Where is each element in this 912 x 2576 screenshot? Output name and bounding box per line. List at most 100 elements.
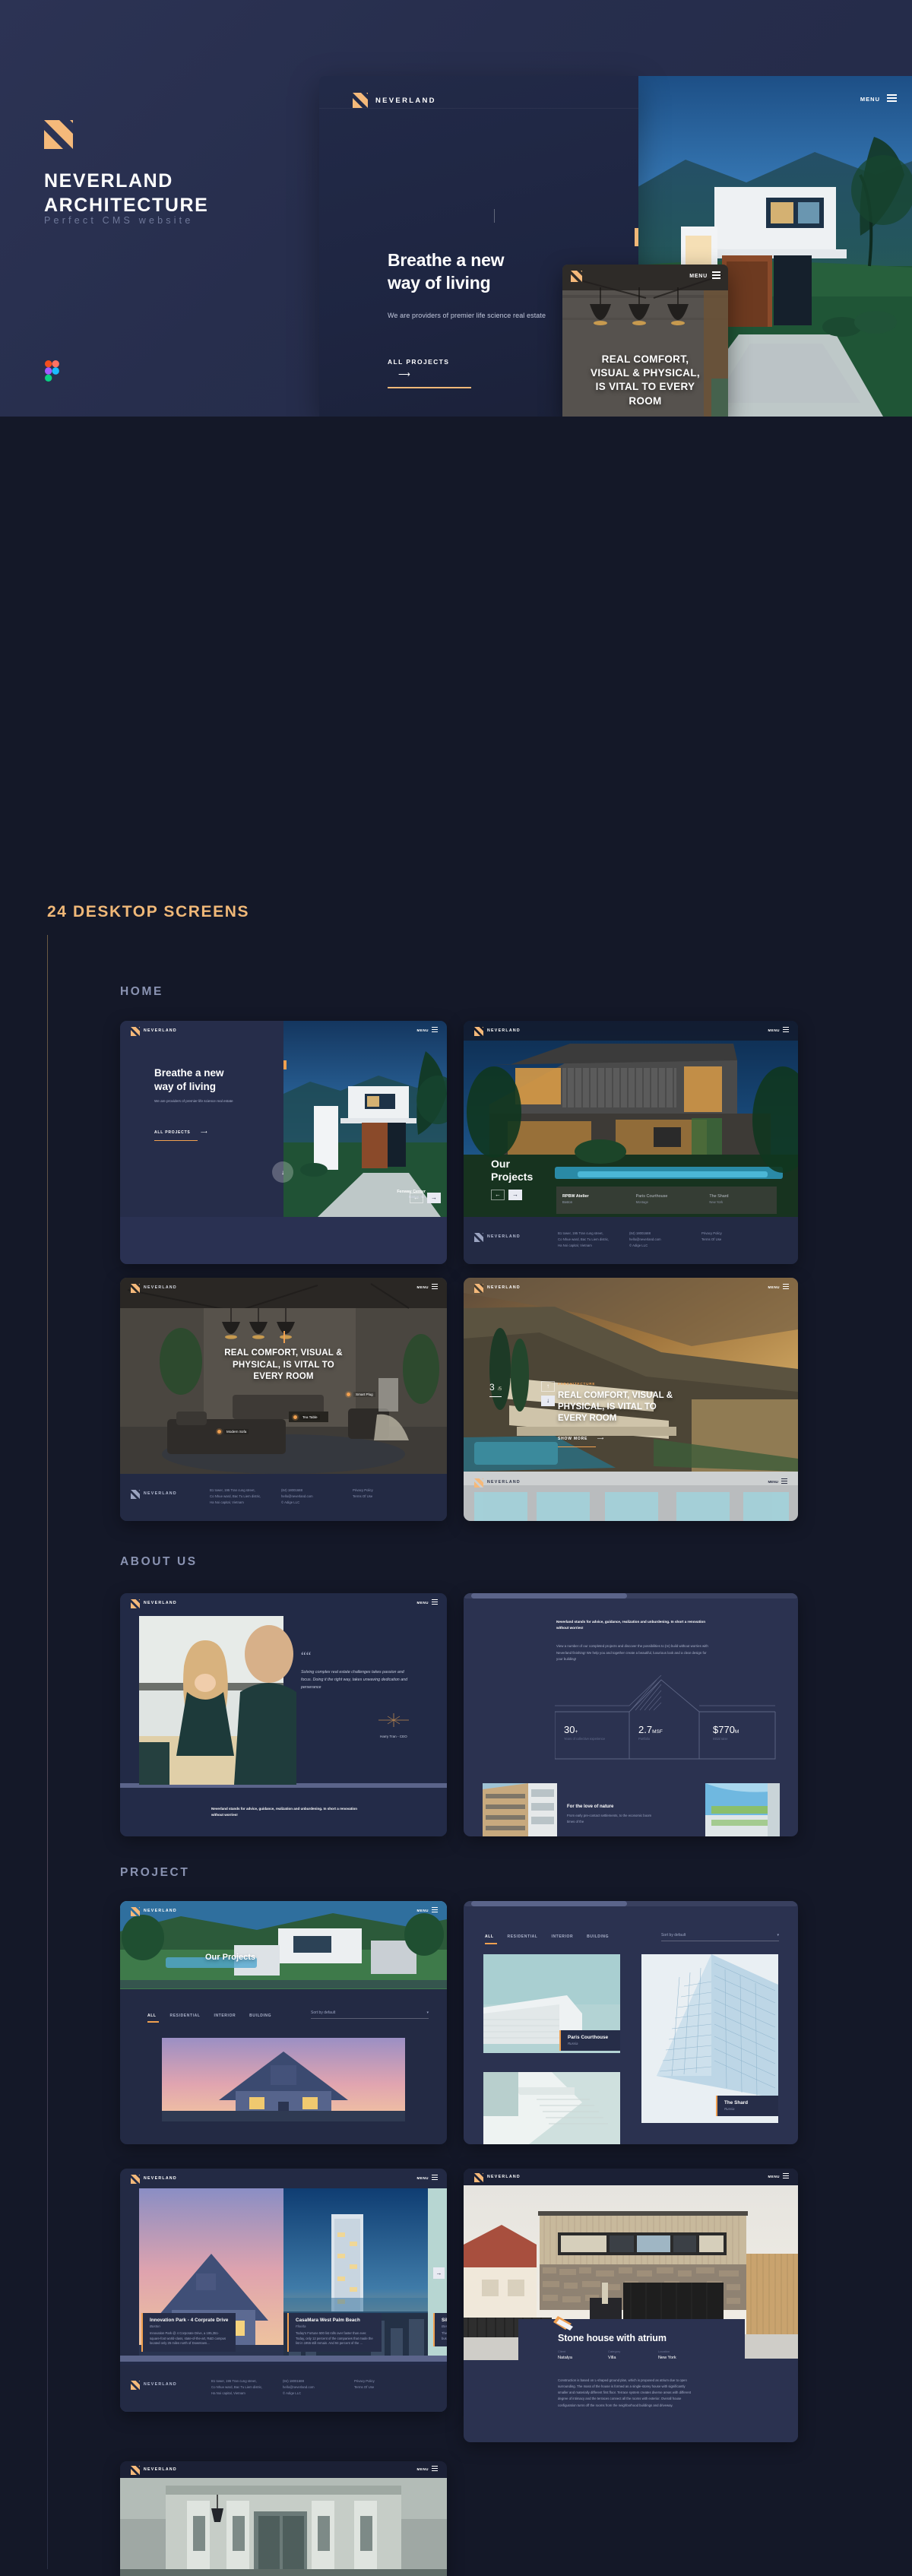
project-name: Paris Courthouse <box>635 1194 668 1199</box>
home4-menu-button[interactable]: MENU <box>768 1284 789 1291</box>
filter-interior[interactable]: INTERIOR <box>551 1934 573 1939</box>
sort-label: Sort by default <box>661 1933 686 1938</box>
list-item[interactable]: RPBW Atelier Boston <box>562 1194 636 1204</box>
list-item[interactable]: Paris Courthouse Montage <box>636 1194 710 1204</box>
compass-icon <box>378 1713 409 1727</box>
project3-caption-2[interactable]: Silk Boston The lea... leading busines..… <box>433 2313 447 2347</box>
arrow-left-icon[interactable]: ← <box>410 1193 423 1203</box>
project1-headline: Our Projects <box>205 1953 256 1962</box>
group-label-about-us: ABOUT US <box>120 1555 198 1568</box>
project-body: Today's Fortune 500 list rolls over fast… <box>296 2331 373 2346</box>
home3-menu-button[interactable]: MENU <box>416 1284 438 1291</box>
arrow-right-icon: ⟶ <box>597 1437 604 1441</box>
hamburger-icon <box>712 271 720 281</box>
home2-slide-nav[interactable]: ← → <box>491 1190 522 1200</box>
arrow-down-icon[interactable]: ↓ <box>541 1396 555 1406</box>
home4-brand: NEVERLAND <box>487 1285 521 1290</box>
project3-caption-1[interactable]: CasaMara West Palm Beach Florida Today's… <box>287 2313 382 2353</box>
home4-second-menu-button[interactable]: MENU <box>768 1478 787 1485</box>
arrow-right-icon[interactable]: → <box>508 1190 522 1200</box>
stat-1: 2.7MSF Portfolio <box>631 1724 705 1741</box>
project2-caption-0[interactable]: Paris Courthouse Russia <box>559 2030 620 2051</box>
screen-card-project-2[interactable]: ALL RESIDENTIAL INTERIOR BUILDING Sort b… <box>464 1901 798 2144</box>
filter-all[interactable]: ALL <box>147 2014 157 2018</box>
about1-menu-button[interactable]: MENU <box>416 1599 438 1606</box>
hotspot-label: Smart Plug <box>353 1392 375 1397</box>
horizontal-scrollbar[interactable] <box>471 1901 627 1906</box>
filter-residential[interactable]: RESIDENTIAL <box>170 2014 201 2018</box>
filter-all[interactable]: ALL <box>485 1934 494 1939</box>
project5-menu-button[interactable]: MENU <box>416 2466 438 2473</box>
hotspot-modern-sofa[interactable]: Modern Sofa <box>217 1429 249 1434</box>
footer-address: B1 tower, 195 Tran cung street, Co Nhue … <box>211 2379 263 2395</box>
screen-card-about-1[interactable]: NEVERLAND MENU ““ Solving complex real e… <box>120 1593 447 1836</box>
home1-all-projects-button[interactable]: ALL PROJECTS ⟶ <box>154 1123 207 1142</box>
project4-menu-button[interactable]: MENU <box>768 2173 789 2180</box>
hotspot-smart-plug[interactable]: Smart Plug <box>347 1392 375 1397</box>
group-label-project: PROJECT <box>120 1866 190 1879</box>
slide-index: 3 <box>489 1382 495 1393</box>
home2-footer: NEVERLAND B1 tower, 195 Tran cung street… <box>464 1217 798 1264</box>
project-location: New York <box>709 1200 724 1204</box>
project2-filters[interactable]: ALL RESIDENTIAL INTERIOR BUILDING <box>485 1934 609 1939</box>
project-location: Russia <box>568 2042 578 2045</box>
meta-label: Category <box>608 2349 621 2353</box>
home1-headline: Breathe a new way of living <box>154 1067 224 1092</box>
project2-sort-select[interactable]: Sort by default ▾ <box>661 1933 779 1941</box>
project3-menu-button[interactable]: MENU <box>416 2175 438 2182</box>
screen-card-about-2[interactable]: Neverland stands for advice, guidance, r… <box>464 1593 798 1836</box>
project2-caption-1[interactable]: The Shard Russia <box>716 2096 778 2116</box>
home1-subheadline: We are providers of premier life science… <box>154 1099 233 1103</box>
screen-card-project-5[interactable]: NEVERLAND MENU <box>120 2461 447 2576</box>
project-name: The Shard <box>724 2100 749 2105</box>
project-name: Innovation Park - 4 Corprate Drive <box>150 2318 229 2323</box>
hotspot-tea-table[interactable]: Tea Table <box>293 1415 320 1420</box>
interior-card-menu-button[interactable]: MENU <box>689 271 720 281</box>
arrow-right-icon[interactable]: → <box>427 1193 441 1203</box>
filter-building[interactable]: BUILDING <box>249 2014 271 2018</box>
accent-marker <box>635 228 638 246</box>
project3-caption-0[interactable]: Innovation Park - 4 Corprate Drive Bosto… <box>141 2313 236 2353</box>
all-projects-button[interactable]: ALL PROJECTS ⟶ <box>388 354 471 388</box>
screen-card-home-1[interactable]: NEVERLAND MENU Breathe a new way of livin… <box>120 1021 447 1264</box>
filter-building[interactable]: BUILDING <box>587 1934 609 1939</box>
about2-feature: For the love of nature From early pre-co… <box>567 1804 658 1824</box>
home3-headline: REAL COMFORT, VISUAL & PHYSICAL, IS VITAL… <box>224 1348 343 1382</box>
hamburger-icon <box>432 1599 438 1606</box>
screen-card-home-4[interactable]: NEVERLAND MENU 3 /5 ↑ ↓ #ARCHITECTURE RE… <box>464 1278 798 1521</box>
project3-menu-label: MENU <box>416 2175 429 2180</box>
home1-slide-nav[interactable]: ← → <box>410 1193 441 1203</box>
screen-card-home-3[interactable]: NEVERLAND MENU REAL COMFORT, VISUAL & PHY… <box>120 1278 447 1521</box>
footer-contact: (84) 18001688 hello@neverland.com © Adig… <box>283 2379 315 2395</box>
arrow-left-icon[interactable]: ← <box>491 1190 505 1200</box>
project1-menu-button[interactable]: MENU <box>416 1907 438 1914</box>
screen-card-project-3[interactable]: NEVERLAND MENU Innovation Park - 4 Corpr… <box>120 2169 447 2412</box>
project1-sort-select[interactable]: Sort by default ▾ <box>311 2010 429 2019</box>
list-item[interactable]: The Shard New York <box>709 1194 783 1204</box>
neverland-diagonal-logo-icon <box>131 2465 140 2475</box>
project1-filters[interactable]: ALL RESIDENTIAL INTERIOR BUILDING <box>147 2014 271 2018</box>
arrow-up-icon[interactable]: ↑ <box>541 1381 555 1392</box>
neverland-diagonal-logo-icon <box>131 2174 140 2184</box>
home4-show-more-button[interactable]: SHOW MORE ⟶ <box>558 1430 604 1448</box>
hero-mock-brand: NEVERLAND <box>375 97 436 105</box>
home1-scroll-down-button[interactable]: ↓ <box>272 1161 293 1183</box>
screen-card-project-4[interactable]: NEVERLAND MENU Stone house with atrium C… <box>464 2169 798 2442</box>
home2-menu-button[interactable]: MENU <box>768 1027 789 1034</box>
hamburger-icon <box>432 1907 438 1914</box>
arrow-right-icon[interactable]: → <box>433 2267 445 2279</box>
hero-menu-button[interactable]: MENU <box>860 94 897 104</box>
home3-menu-label: MENU <box>416 1285 429 1289</box>
about2-feature-body: From early pre-contact settlements, to t… <box>567 1814 652 1823</box>
meta-value: Natalya <box>558 2356 572 2360</box>
home4-vertical-nav[interactable]: ↑ ↓ <box>541 1381 555 1406</box>
divider <box>494 209 495 223</box>
horizontal-scrollbar[interactable] <box>471 1593 627 1599</box>
home4-menu-label: MENU <box>768 1285 780 1289</box>
filter-interior[interactable]: INTERIOR <box>214 2014 236 2018</box>
home1-menu-button[interactable]: MENU <box>416 1027 438 1034</box>
screen-card-home-2[interactable]: NEVERLAND MENU Our Projects ← → RPBW Atel… <box>464 1021 798 1264</box>
filter-residential[interactable]: RESIDENTIAL <box>508 1934 538 1939</box>
neverland-diagonal-logo-icon <box>474 1283 483 1293</box>
screen-card-project-1[interactable]: NEVERLAND MENU Our Projects ALL RESIDENT… <box>120 1901 447 2144</box>
